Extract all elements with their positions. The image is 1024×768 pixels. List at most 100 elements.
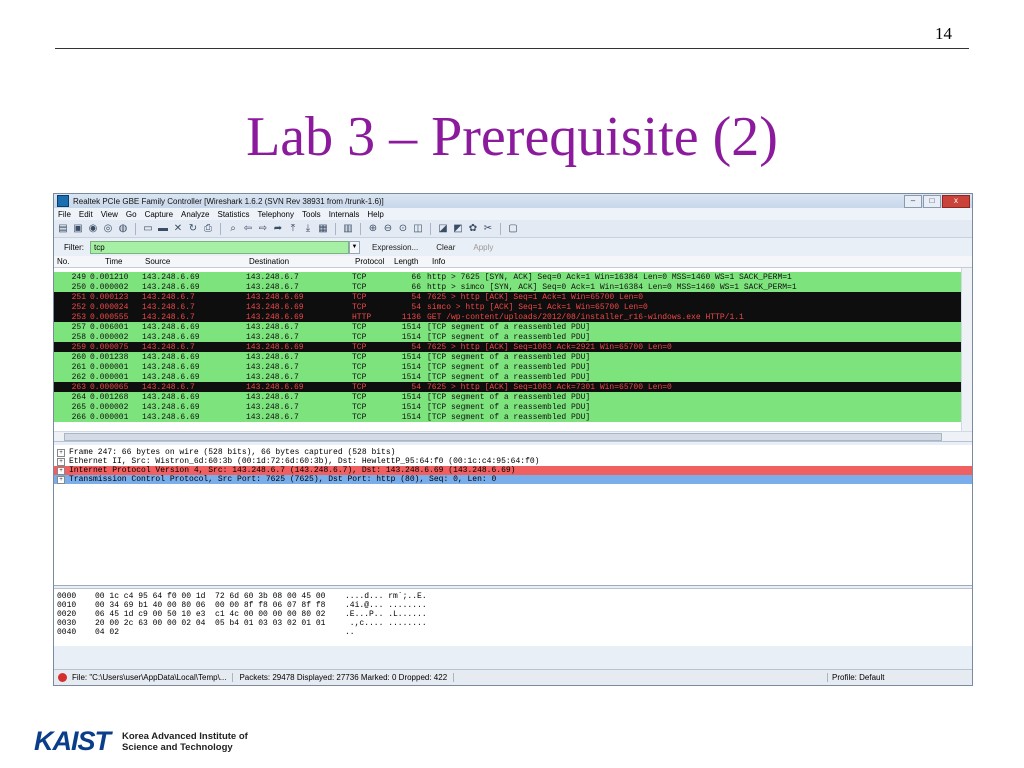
detail-tree-item[interactable]: + Internet Protocol Version 4, Src: 143.2… [54,466,972,475]
packet-row[interactable]: 252 0.000024 143.248.6.7 143.248.6.69 TCP 54 s… [54,302,972,312]
packet-row[interactable]: 266 0.000001 143.248.6.69 143.248.6.7 TCP 151… [54,412,972,422]
options-icon[interactable]: ▣ [72,223,84,235]
expand-icon[interactable]: + [57,475,65,484]
packet-length: 66 [411,282,421,292]
packet-length: 1514 [401,332,421,342]
packet-source: 143.248.6.69 [142,392,200,402]
colorize-icon[interactable]: ▦ [317,223,329,235]
menu-go[interactable]: Go [126,210,137,219]
packet-row[interactable]: 262 0.000001 143.248.6.69 143.248.6.7 TCP 151… [54,372,972,382]
zoom-in-icon[interactable]: ⊕ [367,223,379,235]
column-time[interactable]: Time [93,257,145,266]
detail-tree-item[interactable]: + Ethernet II, Src: Wistron_6d:60:3b (00:… [54,457,972,466]
expand-icon[interactable]: + [57,448,65,457]
packet-source: 143.248.6.69 [142,412,200,422]
filter-dropdown-icon[interactable]: ▼ [349,240,360,254]
packet-row[interactable]: 265 0.000002 143.248.6.69 143.248.6.7 TCP 151… [54,402,972,412]
start-icon[interactable]: ◉ [87,223,99,235]
reload-icon[interactable]: ↻ [187,223,199,235]
menu-tools[interactable]: Tools [302,210,321,219]
clear-button[interactable]: Clear [430,243,461,252]
packet-protocol: TCP [352,292,367,302]
toolbar-separator [430,222,431,235]
packet-details-pane[interactable]: + Frame 247: 66 bytes on wire (528 bits),… [54,445,972,586]
close-file-icon[interactable]: ✕ [172,223,184,235]
packet-list[interactable]: 249 0.001210 143.248.6.69 143.248.6.7 TCP 66 h… [54,268,972,431]
save-icon[interactable]: ▬ [157,223,169,235]
expression-button[interactable]: Expression... [366,243,424,252]
first-icon[interactable]: ⤒ [287,223,299,235]
menu-statistics[interactable]: Statistics [218,210,250,219]
column-length[interactable]: Length [392,257,432,266]
packet-row[interactable]: 260 0.001238 143.248.6.69 143.248.6.7 TCP 151… [54,352,972,362]
status-profile[interactable]: Profile: Default [827,673,972,682]
preferences-icon[interactable]: ✂ [482,223,494,235]
packet-row[interactable]: 258 0.000002 143.248.6.69 143.248.6.7 TCP 151… [54,332,972,342]
column-no[interactable]: No. [54,257,93,266]
minimize-button[interactable]: – [904,195,922,208]
packet-list-hscroll[interactable] [54,431,972,442]
detail-tree-item[interactable]: + Frame 247: 66 bytes on wire (528 bits),… [54,448,972,457]
menu-telephony[interactable]: Telephony [258,210,294,219]
packet-row[interactable]: 251 0.000123 143.248.6.7 143.248.6.69 TCP 54 7… [54,292,972,302]
menu-help[interactable]: Help [367,210,383,219]
slide-title: Lab 3 – Prerequisite (2) [246,106,778,168]
window-controls: – □ x [904,195,970,208]
open-icon[interactable]: ▭ [142,223,154,235]
menu-bar: File Edit View Go Capture Analyze Statistics Te… [54,208,972,220]
expand-icon[interactable]: + [57,457,65,466]
coloring-rules-icon[interactable]: ✿ [467,223,479,235]
close-button[interactable]: x [942,195,970,208]
expert-info-icon[interactable] [58,673,67,682]
menu-file[interactable]: File [58,210,71,219]
packet-row[interactable]: 249 0.001210 143.248.6.69 143.248.6.7 TCP 66 h… [54,272,972,282]
column-info[interactable]: Info [432,257,972,266]
packet-time: 0.000002 [90,332,129,342]
print-icon[interactable]: ⎙ [202,223,214,235]
filter-input[interactable]: tcp [90,240,349,254]
packet-length: 54 [411,382,421,392]
packet-row[interactable]: 263 0.000065 143.248.6.7 143.248.6.69 TCP 54 7… [54,382,972,392]
packet-row[interactable]: 253 0.000555 143.248.6.7 143.248.6.69 HTTP 11… [54,312,972,322]
hex-offset: 0010 [57,601,77,610]
capture-filters-icon[interactable]: ◪ [437,223,449,235]
packet-info: http > simco [SYN, ACK] Seq=0 Ack=1 Win=… [427,282,797,292]
autoscroll-icon[interactable]: ▥ [342,223,354,235]
column-protocol[interactable]: Protocol [355,257,392,266]
column-destination[interactable]: Destination [249,257,355,266]
apply-button[interactable]: Apply [467,243,499,252]
packet-row[interactable]: 264 0.001268 143.248.6.69 143.248.6.7 TCP 151… [54,392,972,402]
hex-ascii: ....d... rm`;..E. [345,592,427,601]
menu-capture[interactable]: Capture [145,210,173,219]
column-source[interactable]: Source [145,257,249,266]
hscroll-thumb[interactable] [64,433,942,441]
packet-row[interactable]: 261 0.000001 143.248.6.69 143.248.6.7 TCP 151… [54,362,972,372]
back-icon[interactable]: ⇦ [242,223,254,235]
packet-list-vscroll[interactable] [961,268,972,431]
restart-icon[interactable]: ◍ [117,223,129,235]
menu-analyze[interactable]: Analyze [181,210,209,219]
packet-protocol: TCP [352,412,367,422]
packet-destination: 143.248.6.7 [246,322,299,332]
expand-icon[interactable]: + [57,466,65,475]
zoom-out-icon[interactable]: ⊖ [382,223,394,235]
display-filters-icon[interactable]: ◩ [452,223,464,235]
resize-columns-icon[interactable]: ◫ [412,223,424,235]
zoom-normal-icon[interactable]: ⊙ [397,223,409,235]
menu-internals[interactable]: Internals [329,210,360,219]
maximize-button[interactable]: □ [923,195,941,208]
detail-tree-item[interactable]: + Transmission Control Protocol, Src Port… [54,475,972,484]
packet-row[interactable]: 257 0.006001 143.248.6.69 143.248.6.7 TCP 151… [54,322,972,332]
forward-icon[interactable]: ⇨ [257,223,269,235]
stop-icon[interactable]: ◎ [102,223,114,235]
menu-edit[interactable]: Edit [79,210,93,219]
last-icon[interactable]: ⤓ [302,223,314,235]
packet-row[interactable]: 250 0.000002 143.248.6.69 143.248.6.7 TCP 66 h… [54,282,972,292]
goto-icon[interactable]: ➦ [272,223,284,235]
packet-row[interactable]: 259 0.000075 143.248.6.7 143.248.6.69 TCP 54 7… [54,342,972,352]
find-icon[interactable]: ⌕ [227,223,239,235]
interfaces-icon[interactable]: ▤ [57,223,69,235]
help-icon[interactable]: ▢ [507,223,519,235]
menu-view[interactable]: View [101,210,118,219]
packet-bytes-pane[interactable]: 0000 00 1c c4 95 64 f0 00 1d 72 6d 60 3b … [54,588,972,646]
